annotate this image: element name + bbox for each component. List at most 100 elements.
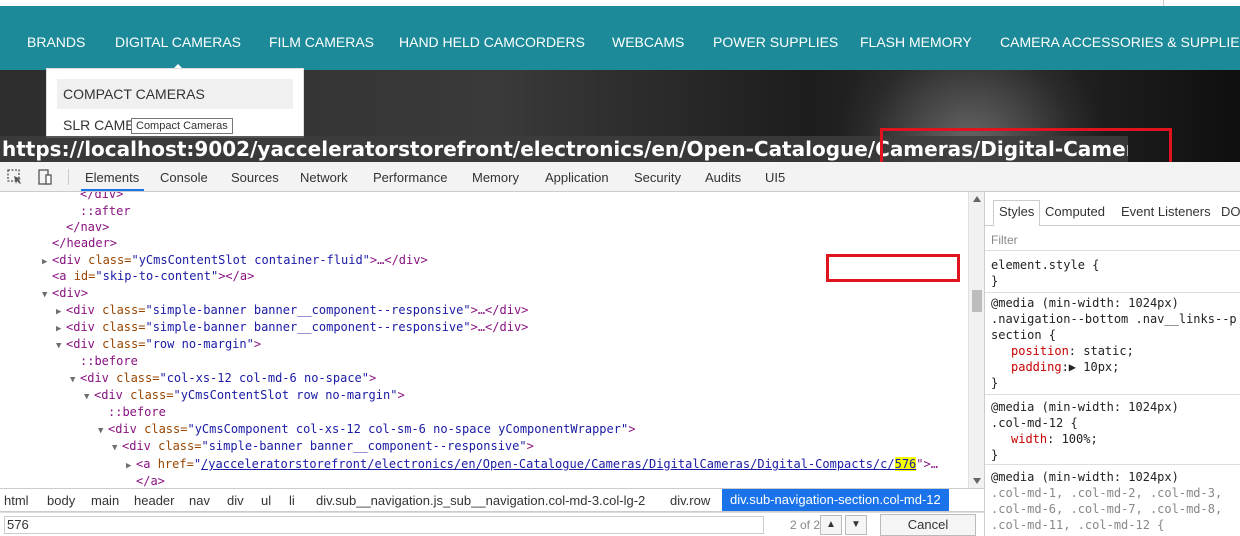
nav-brands[interactable]: BRANDS (27, 34, 85, 50)
dom-line[interactable]: </div> (80, 192, 123, 202)
device-toolbar-icon[interactable] (36, 168, 54, 186)
crumb-header[interactable]: header (134, 493, 174, 508)
crumb-ul[interactable]: ul (261, 493, 271, 508)
dom-text: "row no-margin" (145, 337, 254, 351)
scroll-down-arrow-icon[interactable] (973, 478, 981, 484)
crumb-div-row[interactable]: div.row (670, 493, 710, 508)
tab-computed[interactable]: Computed (1045, 204, 1105, 219)
dom-line[interactable]: ▶ <div class="yCmsContentSlot container-f… (42, 252, 428, 268)
tab-application[interactable]: Application (545, 170, 609, 185)
tab-audits[interactable]: Audits (705, 170, 741, 185)
tab-security[interactable]: Security (634, 170, 681, 185)
collapse-arrow-icon[interactable]: ▼ (112, 440, 122, 456)
crumb-body[interactable]: body (47, 493, 75, 508)
scroll-thumb[interactable] (972, 290, 982, 312)
nav-power-supplies[interactable]: POWER SUPPLIES (713, 34, 838, 50)
dom-text: class= (116, 371, 160, 385)
collapse-arrow-icon[interactable]: ▼ (98, 423, 108, 439)
crumb-html[interactable]: html (4, 493, 29, 508)
dom-line[interactable]: ▼ <div class="col-xs-12 col-md-6 no-space… (70, 370, 376, 386)
crumb-div[interactable]: div (227, 493, 244, 508)
dom-text: "simple-banner banner__component--respon… (145, 320, 471, 334)
find-input[interactable]: 576 (4, 516, 764, 534)
dom-line[interactable]: ::after (80, 203, 131, 219)
crumb-li[interactable]: li (289, 493, 295, 508)
dom-text: ::before (108, 405, 166, 419)
tab-styles[interactable]: Styles (993, 200, 1041, 226)
inspect-element-icon[interactable] (6, 168, 24, 186)
nav-camera-accessories[interactable]: CAMERA ACCESSORIES & SUPPLIES (1000, 34, 1240, 50)
next-match-button[interactable]: ▼ (845, 515, 867, 535)
dom-line[interactable]: ▼ <div class="simple-banner banner__compo… (112, 438, 534, 454)
css-value: : static; (1068, 344, 1134, 358)
dom-line[interactable]: ▶ <div class="simple-banner banner__compo… (56, 302, 528, 318)
collapse-arrow-icon[interactable]: ▼ (56, 338, 66, 354)
css-selector-dim: .col-md-11, .col-md-12 { (991, 518, 1165, 532)
dom-line[interactable]: ▼ <div class="yCmsComponent col-xs-12 col… (98, 421, 635, 437)
css-property: padding (1011, 360, 1062, 374)
dom-text: class= (102, 337, 146, 351)
rule-line: .col-md-1, .col-md-2, .col-md-3, (991, 486, 1223, 500)
dom-line[interactable]: <a id="skip-to-content"></a> (52, 268, 254, 284)
rule-line: element.style { (991, 258, 1100, 272)
dom-line-selected-match[interactable]: ▶ <a href="/yacceleratorstorefront/electr… (126, 456, 938, 472)
expand-arrow-icon[interactable]: ▶ (126, 458, 136, 474)
dom-line[interactable]: ::before (80, 353, 138, 369)
rule-line: .col-md-11, .col-md-12 { (991, 518, 1164, 533)
nav-film-cameras[interactable]: FILM CAMERAS (269, 34, 374, 50)
rule-declaration[interactable]: position: static; (1011, 344, 1134, 359)
dropdown-item-compact-cameras[interactable]: COMPACT CAMERAS (57, 79, 293, 109)
dom-line[interactable]: </header> (52, 235, 117, 251)
tab-network[interactable]: Network (300, 170, 348, 185)
collapse-arrow-icon[interactable]: ▼ (42, 287, 52, 303)
dom-breadcrumb: html body main header nav div ul li div.… (0, 488, 984, 512)
crumb-nav[interactable]: nav (189, 493, 210, 508)
dom-text: >…</div> (470, 303, 529, 317)
scroll-up-arrow-icon[interactable] (973, 196, 981, 202)
dom-text: ::before (80, 354, 138, 368)
dom-text: > (397, 388, 405, 402)
expand-arrow-icon[interactable]: ▶ (42, 254, 52, 270)
dom-line[interactable]: ▶ <div class="simple-banner banner__compo… (56, 319, 528, 335)
dom-text: ">… (916, 457, 938, 471)
rule-declaration[interactable]: padding:▶ 10px; (1011, 360, 1119, 375)
dom-line[interactable]: ▼ <div class="yCmsContentSlot row no-marg… (84, 387, 405, 403)
tab-elements[interactable]: Elements (85, 170, 139, 185)
nav-webcams[interactable]: WEBCAMS (612, 34, 684, 50)
dom-line[interactable]: </nav> (66, 219, 109, 235)
styles-filter-input[interactable]: Filter (991, 233, 1018, 247)
rule-line: .col-md-12 { (991, 416, 1078, 430)
tab-memory[interactable]: Memory (472, 170, 519, 185)
tab-dom-breakpoints[interactable]: DO (1221, 204, 1240, 219)
dropdown-item-slr-cameras[interactable]: SLR CAME (63, 117, 135, 133)
expand-arrow-icon[interactable]: ▶ (56, 304, 66, 320)
dom-line[interactable]: </a> (136, 473, 165, 488)
dom-text: "simple-banner banner__component--respon… (145, 303, 471, 317)
tab-sources[interactable]: Sources (231, 170, 279, 185)
expand-arrow-icon[interactable]: ▶ (56, 321, 66, 337)
dom-text: "simple-banner banner__component--respon… (201, 439, 527, 453)
tab-event-listeners[interactable]: Event Listeners (1121, 204, 1211, 219)
tab-ui5[interactable]: UI5 (765, 170, 785, 185)
dom-line[interactable]: ▼ <div class="row no-margin"> (56, 336, 261, 352)
previous-match-button[interactable]: ▲ (820, 515, 842, 535)
css-value: : 100%; (1047, 432, 1098, 446)
rule-declaration[interactable]: width: 100%; (1011, 432, 1098, 447)
crumb-selected-section[interactable]: div.sub-navigation-section.col-md-12 (722, 489, 949, 511)
dom-text: </header> (52, 236, 118, 250)
nav-flash-memory[interactable]: FLASH MEMORY (860, 34, 972, 50)
nav-hand-held-camcorders[interactable]: HAND HELD CAMCORDERS (399, 34, 585, 50)
crumb-sub-navigation[interactable]: div.sub__navigation.js_sub__navigation.c… (316, 493, 645, 508)
cancel-button[interactable]: Cancel (880, 514, 976, 536)
tab-console[interactable]: Console (160, 170, 208, 185)
href-link[interactable]: /yacceleratorstorefront/electronics/en/O… (201, 457, 895, 471)
dom-text: <div (52, 253, 89, 267)
elements-scrollbar[interactable] (968, 192, 984, 488)
collapse-arrow-icon[interactable]: ▼ (70, 372, 80, 388)
crumb-main[interactable]: main (91, 493, 119, 508)
tab-performance[interactable]: Performance (373, 170, 447, 185)
nav-digital-cameras[interactable]: DIGITAL CAMERAS (115, 34, 241, 50)
collapse-arrow-icon[interactable]: ▼ (84, 389, 94, 405)
dom-line[interactable]: ▼ <div> (42, 285, 88, 301)
dom-line[interactable]: ::before (108, 404, 166, 420)
